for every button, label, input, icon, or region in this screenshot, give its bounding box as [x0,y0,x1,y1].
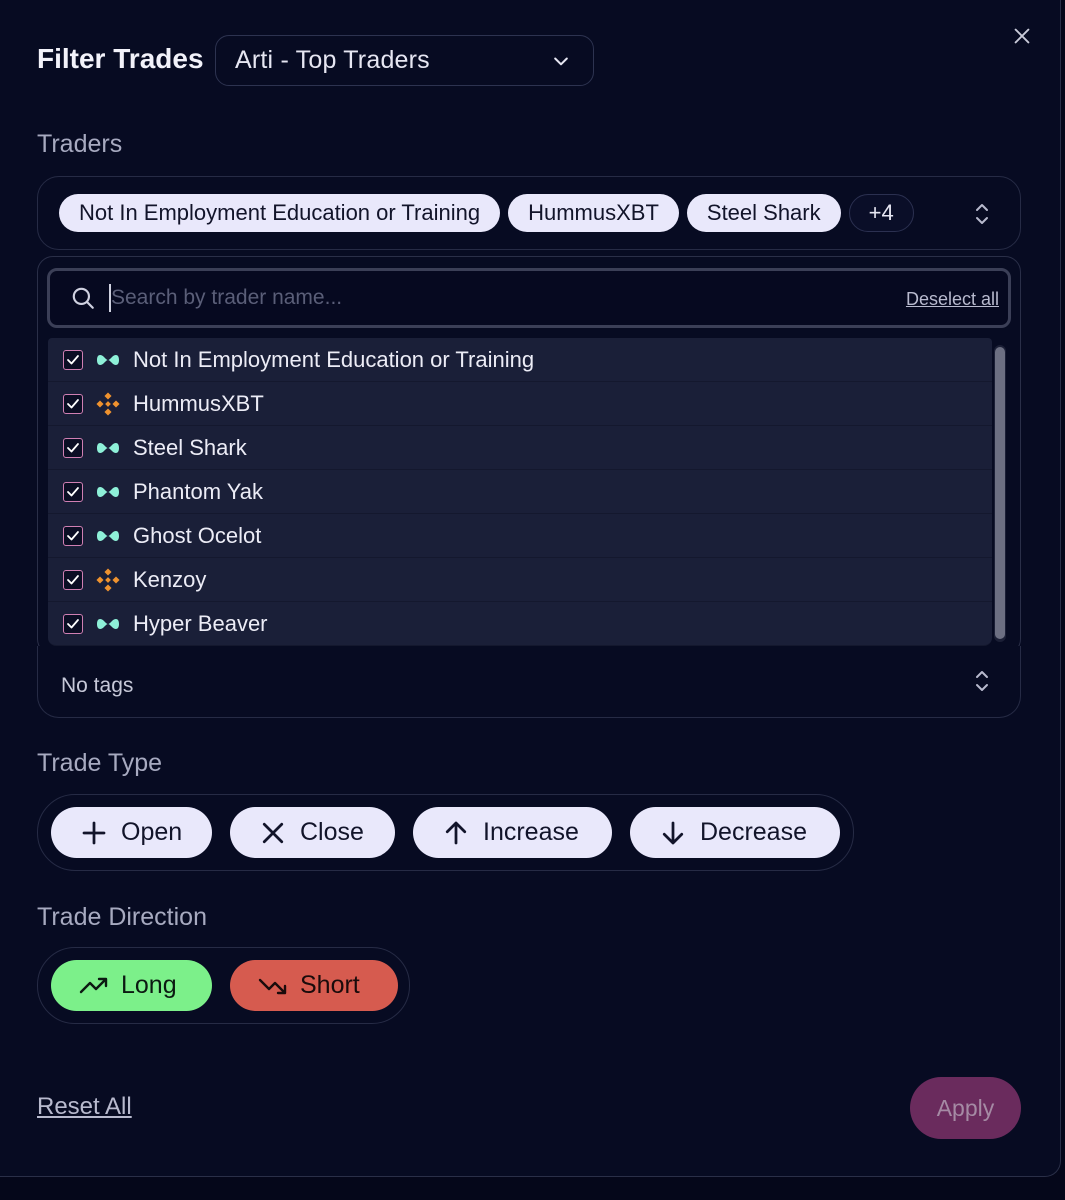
chevron-up-down-icon[interactable] [972,668,992,694]
open-button-label: Open [121,818,183,846]
trending-down-icon [258,978,287,994]
trader-name: Hyper Beaver [133,610,268,636]
long-button-label: Long [121,971,177,999]
apply-button[interactable]: Apply [910,1077,1021,1139]
more-traders-chip[interactable]: +4 [848,194,914,232]
checkbox[interactable] [63,393,83,414]
traders-select[interactable]: Not In Employment Education or Training … [37,176,1021,250]
trader-chip[interactable]: Steel Shark [686,194,841,232]
trade-type-group: Open Close Increase Decrease [37,794,854,871]
scrollbar[interactable] [994,345,1006,642]
tags-value: No tags [61,673,134,697]
search-box: Deselect all [47,268,1011,328]
x-icon [262,822,284,843]
traders-dropdown: Deselect all Not In Employment Education… [37,256,1021,655]
scrollbar-thumb[interactable] [995,347,1005,639]
checkbox[interactable] [63,525,83,546]
trader-name: Phantom Yak [133,478,264,504]
increase-button[interactable]: Increase [413,807,612,858]
trader-chip[interactable]: HummusXBT [508,194,679,232]
short-button-label: Short [300,971,360,999]
search-icon [72,287,94,309]
chevron-up-down-icon[interactable] [972,201,992,227]
checkbox[interactable] [63,569,83,590]
plus-icon [82,821,106,844]
tags-select[interactable]: No tags [37,646,1021,718]
checkbox[interactable] [63,613,83,634]
preset-select-value: Arti - Top Traders [235,46,430,74]
close-button-label: Close [300,818,364,846]
filter-trades-panel: Filter Trades Arti - Top Traders Traders… [0,0,1061,1177]
trader-chip[interactable]: Not In Employment Education or Training [59,194,501,232]
checkbox[interactable] [63,349,83,370]
page-title: Filter Trades [37,43,204,74]
hyperliquid-icon [95,613,121,635]
trending-up-icon [79,977,108,993]
close-type-button[interactable]: Close [230,807,395,858]
preset-select[interactable]: Arti - Top Traders [215,35,594,86]
hyperliquid-icon [95,349,121,371]
hyperliquid-icon [95,437,121,459]
trader-list: Not In Employment Education or Training … [48,338,992,646]
decrease-button[interactable]: Decrease [630,807,840,858]
reset-all-link[interactable]: Reset All [37,1093,132,1121]
deselect-all-link[interactable]: Deselect all [906,289,999,310]
trader-row[interactable]: Ghost Ocelot [48,514,992,558]
long-button[interactable]: Long [51,960,212,1011]
trader-name: Ghost Ocelot [133,522,262,548]
increase-button-label: Increase [483,818,579,846]
checkbox[interactable] [63,481,83,502]
arrow-down-icon [662,821,684,844]
trader-row[interactable]: HummusXBT [48,382,992,426]
decrease-button-label: Decrease [700,818,807,846]
trade-type-label: Trade Type [37,749,163,777]
trade-direction-label: Trade Direction [37,903,207,931]
trader-row[interactable]: Not In Employment Education or Training [48,338,992,382]
close-icon[interactable] [1008,22,1036,50]
open-button[interactable]: Open [51,807,212,858]
binance-icon [95,391,121,416]
hyperliquid-icon [95,481,121,503]
trader-name: Not In Employment Education or Training [133,346,535,372]
search-input[interactable] [109,284,869,312]
hyperliquid-icon [95,525,121,547]
trader-name: Kenzoy [133,566,207,592]
binance-icon [95,567,121,592]
short-button[interactable]: Short [230,960,398,1011]
checkbox[interactable] [63,437,83,458]
trade-direction-group: Long Short [37,947,410,1024]
trader-row[interactable]: Phantom Yak [48,470,992,514]
trader-name: HummusXBT [133,390,264,416]
trader-row[interactable]: Steel Shark [48,426,992,470]
trader-row[interactable]: Hyper Beaver [48,602,992,646]
chevron-down-icon [554,57,568,65]
trader-row[interactable]: Kenzoy [48,558,992,602]
arrow-up-icon [445,821,467,844]
traders-label: Traders [37,130,123,158]
trader-name: Steel Shark [133,434,247,460]
